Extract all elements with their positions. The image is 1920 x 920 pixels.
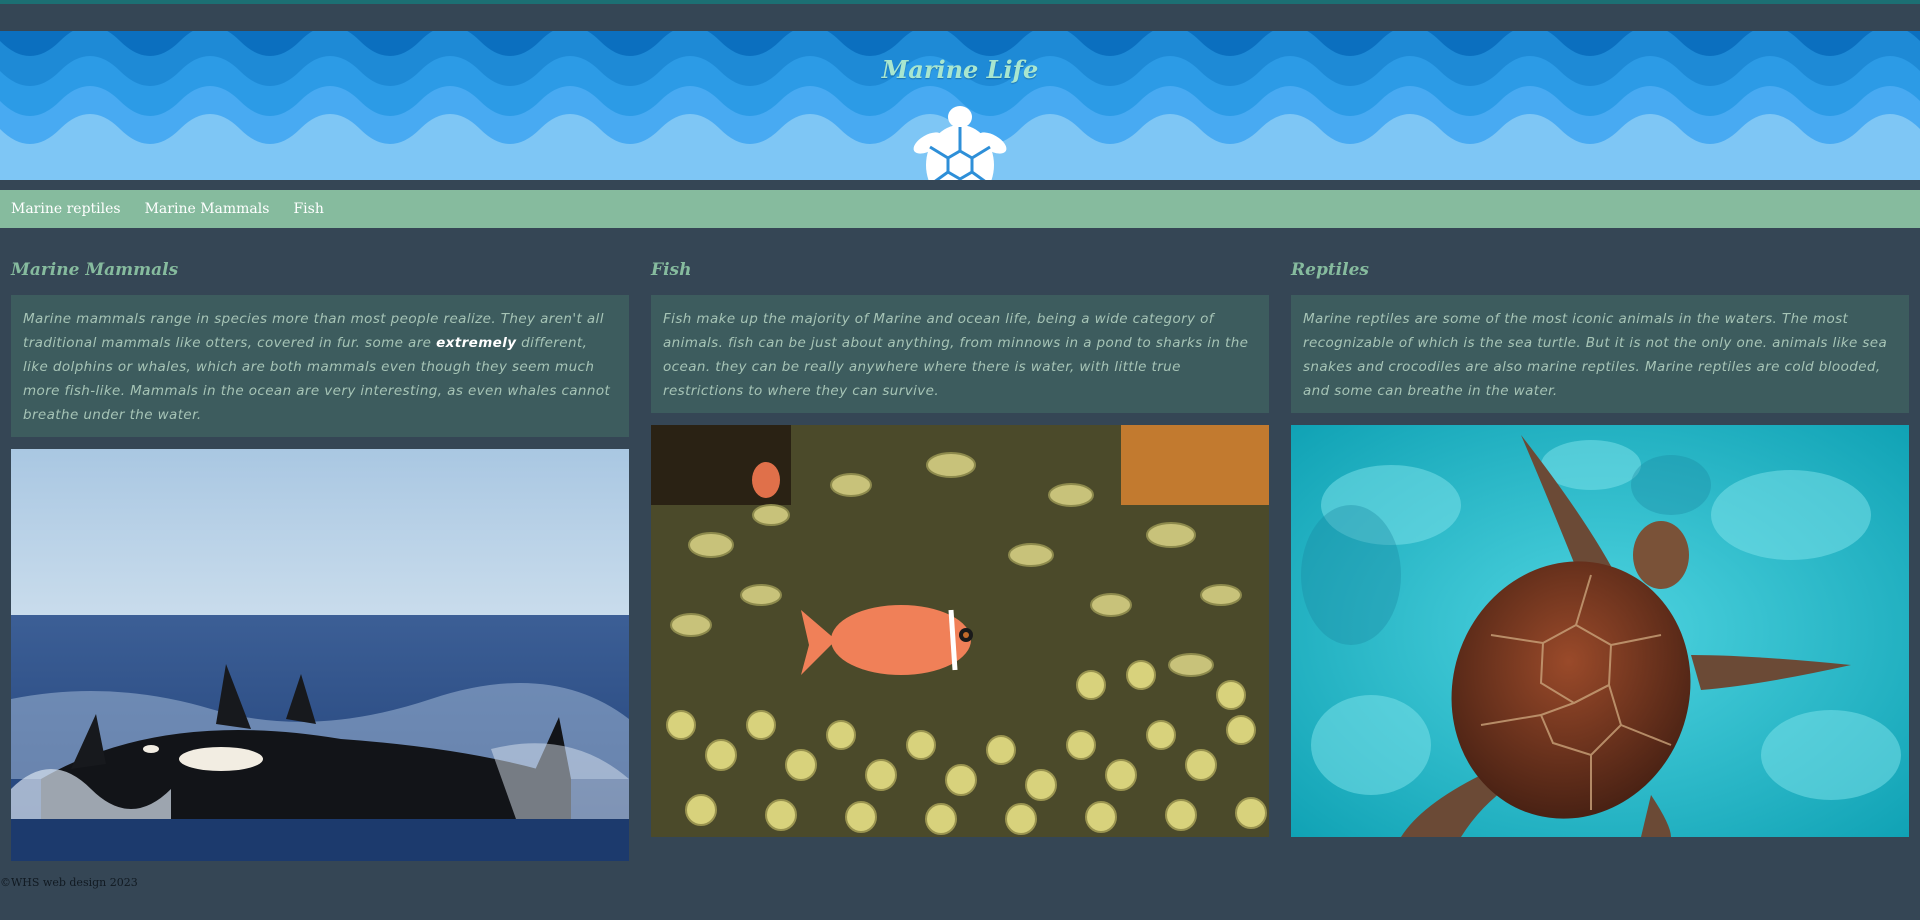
nav-fish[interactable]: Fish <box>293 201 323 217</box>
nav-marine-mammals[interactable]: Marine Mammals <box>145 201 270 217</box>
sea-turtle-photo <box>1291 425 1909 837</box>
clownfish-anemone-photo <box>651 425 1269 837</box>
section-text-card: Marine mammals range in species more tha… <box>11 295 629 437</box>
section-text: Marine reptiles are some of the most ico… <box>1303 311 1888 399</box>
footer-copyright: ©WHS web design 2023 <box>0 876 138 889</box>
section-heading: Marine Mammals <box>11 260 179 280</box>
section-text-card: Marine reptiles are some of the most ico… <box>1291 295 1909 413</box>
banner-divider <box>0 180 1920 190</box>
section-text: Fish make up the majority of Marine and … <box>663 311 1249 399</box>
section-marine-mammals: Marine Mammals Marine mammals range in s… <box>11 258 629 861</box>
section-reptiles: Reptiles Marine reptiles are some of the… <box>1291 258 1909 837</box>
section-heading: Fish <box>651 260 692 280</box>
header-banner: Marine Life <box>0 31 1920 180</box>
nav-marine-reptiles[interactable]: Marine reptiles <box>11 201 121 217</box>
emphasis-text: extremely <box>436 335 517 351</box>
site-title: Marine Life <box>881 55 1039 84</box>
top-strip <box>0 4 1920 31</box>
turtle-icon <box>913 106 1007 180</box>
section-text-card: Fish make up the majority of Marine and … <box>651 295 1269 413</box>
orca-whales-photo <box>11 449 629 861</box>
section-fish: Fish Fish make up the majority of Marine… <box>651 258 1269 837</box>
section-heading: Reptiles <box>1291 260 1369 280</box>
main-nav: Marine reptiles Marine Mammals Fish <box>0 190 1920 228</box>
